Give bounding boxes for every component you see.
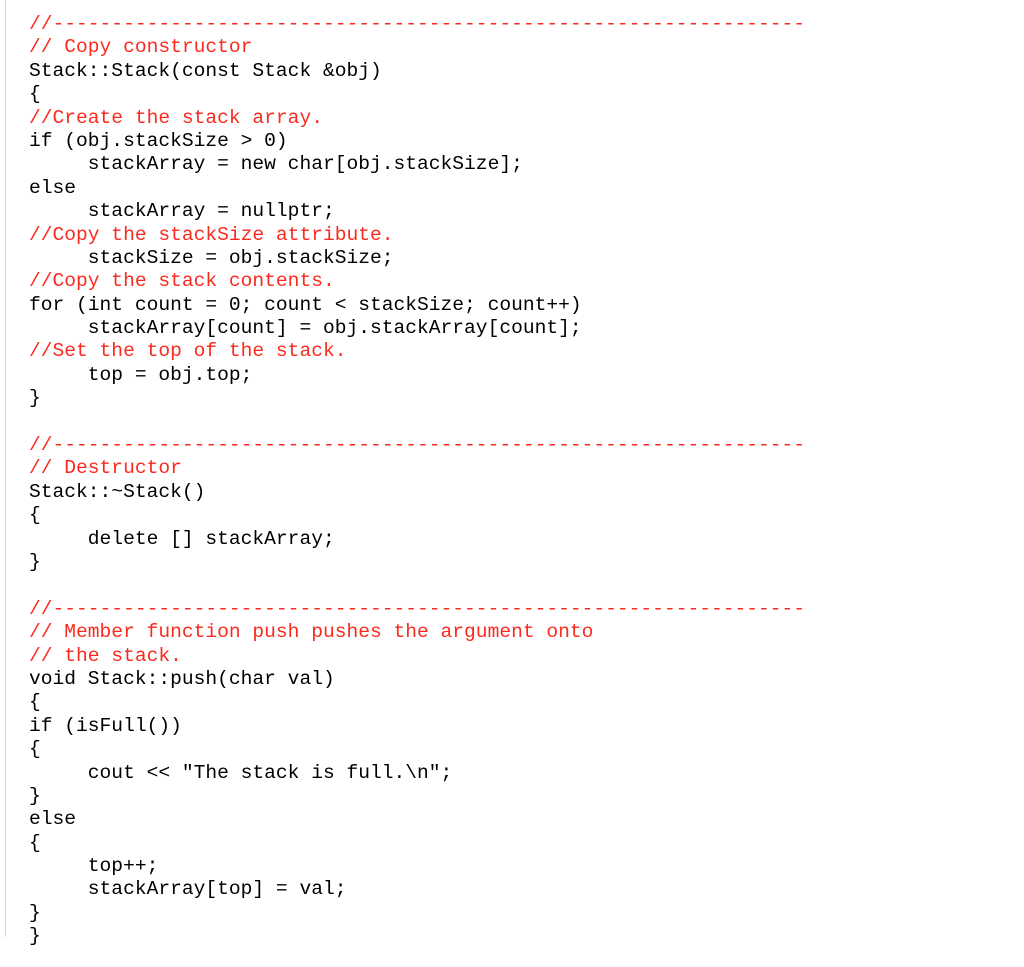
code-line: stackArray[count] = obj.stackArray[count…	[29, 317, 582, 340]
code-line: else	[29, 176, 77, 199]
code-line: //Copy the stackSize attribute.	[29, 223, 394, 246]
code-line: //Set the top of the stack.	[29, 340, 347, 363]
code-line: stackSize = obj.stackSize;	[29, 246, 394, 269]
code-line: //Copy the stack contents.	[29, 270, 335, 293]
code-line: }	[29, 784, 41, 807]
code-line: Stack::Stack(const Stack &obj)	[29, 59, 382, 82]
code-line: cout << "The stack is full.\n";	[29, 761, 453, 784]
code-line: // Member function push pushes the argum…	[29, 621, 594, 644]
code-line: // Destructor	[29, 457, 182, 480]
source-code-block: //--------------------------------------…	[29, 13, 1009, 949]
code-line: Stack::~Stack()	[29, 480, 206, 503]
code-line: {	[29, 738, 41, 761]
code-line: if (isFull())	[29, 714, 182, 737]
code-line: {	[29, 504, 41, 527]
code-line: stackArray[top] = val;	[29, 878, 347, 901]
code-line: {	[29, 83, 41, 106]
code-line: top = obj.top;	[29, 363, 253, 386]
code-line: //Create the stack array.	[29, 106, 323, 129]
code-line: void Stack::push(char val)	[29, 667, 335, 690]
code-line: {	[29, 831, 41, 854]
code-line: stackArray = new char[obj.stackSize];	[29, 153, 523, 176]
code-line: //--------------------------------------…	[29, 13, 806, 35]
code-line: }	[29, 925, 41, 948]
code-line: // the stack.	[29, 644, 182, 667]
code-line: }	[29, 387, 41, 410]
code-listing-page: //--------------------------------------…	[0, 0, 1024, 967]
code-line: // Copy constructor	[29, 36, 253, 59]
code-line: }	[29, 901, 41, 924]
code-line: if (obj.stackSize > 0)	[29, 129, 288, 152]
left-margin-rule	[5, 0, 6, 937]
code-line: {	[29, 691, 41, 714]
code-line: delete [] stackArray;	[29, 527, 335, 550]
code-line: else	[29, 808, 77, 831]
code-line: //--------------------------------------…	[29, 597, 806, 620]
code-line: top++;	[29, 855, 159, 878]
code-line: //--------------------------------------…	[29, 434, 806, 457]
code-line: stackArray = nullptr;	[29, 200, 335, 223]
code-line: for (int count = 0; count < stackSize; c…	[29, 293, 582, 316]
code-line: }	[29, 550, 41, 573]
